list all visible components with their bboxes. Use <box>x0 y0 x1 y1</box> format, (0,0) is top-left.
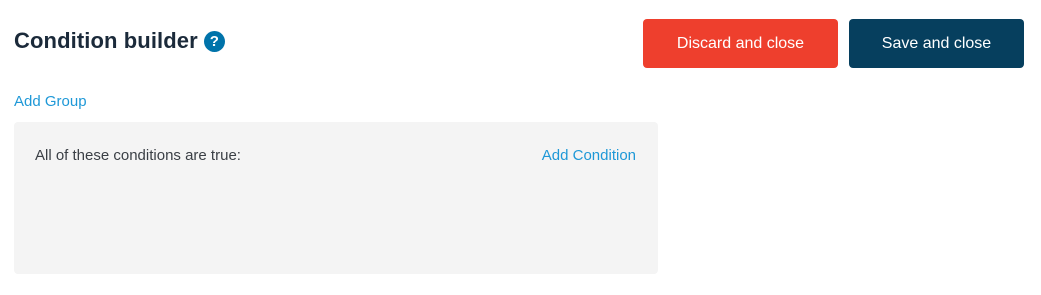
condition-group: All of these conditions are true: Add Co… <box>14 122 658 274</box>
group-match-label: All of these conditions are true: <box>35 147 241 164</box>
page-title: Condition builder <box>14 28 198 53</box>
title-row: Condition builder ? <box>14 28 225 54</box>
add-condition-link[interactable]: Add Condition <box>542 147 636 164</box>
condition-builder-page: Condition builder ? Discard and close Sa… <box>0 0 1041 295</box>
discard-and-close-button[interactable]: Discard and close <box>643 19 838 68</box>
question-circle-icon[interactable]: ? <box>203 30 225 52</box>
add-group-link[interactable]: Add Group <box>14 93 87 110</box>
save-and-close-button[interactable]: Save and close <box>849 19 1024 68</box>
